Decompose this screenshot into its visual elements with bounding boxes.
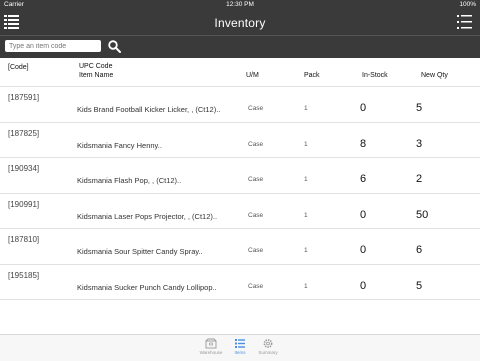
row-um: Case (248, 105, 264, 112)
tab-summary-label: Summary (258, 350, 278, 355)
row-in-stock: 0 (360, 244, 367, 256)
row-new-qty[interactable]: 6 (416, 244, 422, 256)
row-code: [190991] (8, 199, 40, 209)
list-detail-icon[interactable] (457, 15, 472, 29)
table-header: [Code] UPC Code Item Name U/M Pack In-St… (0, 60, 480, 86)
row-pack: 1 (304, 282, 308, 290)
row-in-stock: 0 (360, 279, 367, 292)
row-pack: 1 (304, 176, 308, 183)
row-item-name: Kidsmania Fancy Henny.. (77, 140, 162, 150)
inventory-list: [187591] Kids Brand Football Kicker Lick… (0, 86, 480, 300)
row-code: [187810] (8, 235, 40, 244)
row-code: [190934] (8, 164, 40, 173)
column-upc: UPC Code (79, 63, 113, 70)
clock-label: 12:30 PM (226, 1, 254, 8)
row-in-stock: 8 (360, 137, 367, 150)
column-in-stock: In-Stock (362, 72, 388, 79)
tab-bar: Warehouse Items Summary (0, 334, 480, 361)
gear-icon (263, 339, 273, 348)
row-in-stock: 0 (360, 208, 367, 221)
row-code: [187591] (8, 93, 40, 102)
row-item-name: Kids Brand Football Kicker Licker, , (Ct… (77, 105, 221, 114)
page-title: Inventory (214, 16, 266, 30)
items-list-icon (235, 339, 245, 348)
tab-summary[interactable]: Summary (248, 338, 288, 355)
row-item-name: Kidsmania Sucker Punch Candy Lollipop.. (77, 282, 217, 292)
row-item-name: Kidsmania Sour Spitter Candy Spray.. (77, 247, 203, 256)
row-pack: 1 (304, 247, 308, 254)
row-um: Case (248, 282, 264, 290)
row-um: Case (248, 211, 264, 219)
row-in-stock: 6 (360, 173, 367, 185)
row-pack: 1 (304, 140, 308, 148)
status-bar: Carrier 12:30 PM 100% (0, 0, 480, 10)
search-bar (0, 35, 480, 58)
row-pack: 1 (304, 211, 308, 219)
row-new-qty[interactable]: 5 (416, 280, 422, 292)
row-um: Case (248, 140, 264, 148)
row-new-qty[interactable]: 50 (416, 209, 428, 221)
battery-label: 100% (459, 1, 476, 8)
row-in-stock: 0 (360, 102, 367, 114)
table-row[interactable]: [187825] Kidsmania Fancy Henny.. Case 1 … (0, 123, 480, 158)
row-pack: 1 (304, 105, 308, 112)
row-code: [187825] (8, 128, 40, 138)
nav-bar: Inventory (0, 10, 480, 35)
row-um: Case (248, 176, 264, 183)
row-item-name: Kidsmania Flash Pop, , (Ct12).. (77, 176, 182, 185)
row-um: Case (248, 247, 264, 254)
row-new-qty[interactable]: 2 (416, 173, 422, 185)
column-um: U/M (246, 72, 259, 79)
tab-items-label: Items (234, 350, 246, 355)
row-item-name: Kidsmania Laser Pops Projector, , (Ct12)… (77, 211, 218, 221)
table-row[interactable]: [195185] Kidsmania Sucker Punch Candy Lo… (0, 265, 480, 300)
tab-warehouse-label: Warehouse (199, 350, 223, 355)
warehouse-icon (205, 338, 217, 349)
row-new-qty[interactable]: 3 (416, 138, 422, 150)
table-row[interactable]: [190934] Kidsmania Flash Pop, , (Ct12)..… (0, 158, 480, 194)
row-new-qty[interactable]: 5 (416, 102, 422, 114)
table-row[interactable]: [190991] Kidsmania Laser Pops Projector,… (0, 194, 480, 229)
column-pack: Pack (304, 72, 320, 79)
row-code: [195185] (8, 270, 40, 280)
column-new-qty: New Qty (421, 72, 448, 79)
item-code-search-input[interactable] (5, 40, 101, 52)
table-row[interactable]: [187591] Kids Brand Football Kicker Lick… (0, 86, 480, 123)
table-row[interactable]: [187810] Kidsmania Sour Spitter Candy Sp… (0, 229, 480, 265)
search-icon[interactable] (108, 40, 121, 53)
column-item-name: Item Name (79, 72, 114, 79)
column-code: [Code] (8, 64, 29, 71)
